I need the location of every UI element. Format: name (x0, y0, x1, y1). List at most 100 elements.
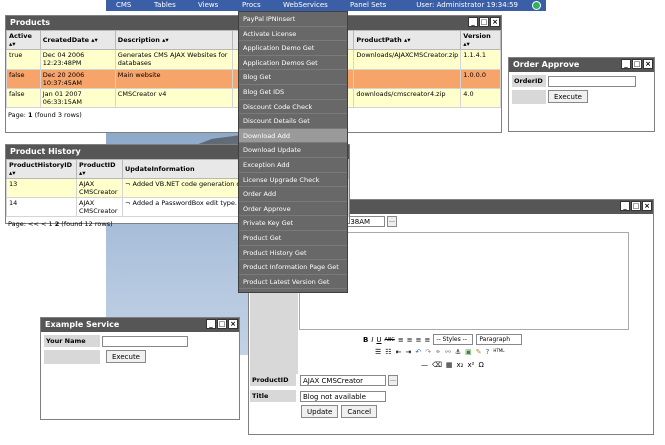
visual-aid-icon[interactable]: ▦ (446, 361, 453, 369)
menu-item[interactable]: License Upgrade Check (239, 173, 347, 188)
menu-item[interactable]: Application Demo Get (239, 41, 347, 56)
column-header-description[interactable]: Description ▴▾ (114, 30, 234, 50)
strikethrough-icon[interactable]: ABC (385, 337, 395, 343)
html-source-icon[interactable]: HTML (493, 348, 504, 356)
maximize-button[interactable]: □ (479, 17, 489, 27)
productid-row: ProductID AJAX CMSCreator … (250, 374, 398, 386)
menu-item[interactable]: Discount Code Check (239, 100, 347, 115)
name-label: Your Name (44, 335, 100, 347)
column-header-version[interactable]: Version ▴▾ (460, 30, 501, 50)
minimize-button[interactable]: _ (620, 201, 630, 211)
format-select[interactable]: Paragraph (476, 334, 523, 345)
menu-tables[interactable]: Tables (154, 1, 176, 9)
maximize-button[interactable]: □ (217, 319, 227, 329)
italic-icon[interactable]: I (371, 336, 373, 344)
minimize-button[interactable]: _ (206, 319, 216, 329)
numbered-list-icon[interactable]: ☷ (385, 348, 391, 356)
title-row: Title Blog not available (250, 390, 386, 402)
menu-procs[interactable]: Procs (242, 1, 261, 9)
align-center-icon[interactable]: ≡ (407, 336, 413, 344)
productid-lookup-button[interactable]: … (388, 374, 398, 386)
example-service-title: Example Service (45, 320, 120, 329)
rich-text-area[interactable] (299, 232, 629, 330)
column-header-productid[interactable]: ProductID ▴▾ (76, 159, 123, 179)
menu-item[interactable]: Activate License (239, 27, 347, 42)
menu-item[interactable]: Product Get (239, 231, 347, 246)
align-left-icon[interactable]: ≡ (398, 336, 404, 344)
page-number[interactable]: 2 (55, 220, 60, 228)
update-button[interactable]: Update (301, 405, 339, 418)
column-header-productpath[interactable]: ProductPath ▴▾ (353, 30, 462, 50)
align-justify-icon[interactable]: ≡ (424, 336, 430, 344)
top-menu-bar: CMS Tables Views Procs WebServices Panel… (106, 0, 546, 11)
editor-toolbar-row-3: — ⌫ ▦ x₂ x² Ω (421, 361, 484, 369)
example-service-title-bar: Example Service _ □ × (41, 318, 239, 332)
anchor-icon[interactable]: ⚓ (455, 348, 461, 356)
cleanup-icon[interactable]: ✎ (476, 348, 482, 356)
column-header-producthistoryid[interactable]: ProductHistoryID ▴▾ (6, 159, 77, 179)
menu-item[interactable]: PayPal IPNInsert (239, 12, 347, 27)
menu-item[interactable]: Product History Get (239, 246, 347, 261)
minimize-button[interactable]: _ (468, 17, 478, 27)
undo-icon[interactable]: ↶ (415, 348, 421, 356)
date-input[interactable]: :38AM (345, 216, 385, 227)
cancel-button[interactable]: Cancel (341, 405, 378, 418)
bullet-list-icon[interactable]: ☰ (375, 348, 381, 356)
order-approve-title: Order Approve (513, 60, 580, 69)
menu-item[interactable]: Application Demos Get (239, 56, 347, 71)
date-picker-button[interactable]: … (387, 216, 397, 227)
menu-item[interactable]: Exception Add (239, 158, 347, 173)
menu-item[interactable]: Private Key Get (239, 216, 347, 231)
subscript-icon[interactable]: x₂ (457, 361, 464, 369)
styles-select[interactable]: -- Styles -- (433, 334, 474, 345)
help-icon[interactable]: ? (486, 348, 490, 356)
menu-item[interactable]: Product Latest Version Get (239, 275, 347, 290)
close-button[interactable]: × (643, 59, 653, 69)
procs-dropdown-menu: PayPal IPNInsert Activate License Applic… (238, 11, 348, 293)
align-right-icon[interactable]: ≡ (416, 336, 422, 344)
horizontal-rule-icon[interactable]: — (421, 361, 428, 369)
column-header-active[interactable]: Active ▴▾ (6, 30, 41, 50)
menu-panel-sets[interactable]: Panel Sets (350, 1, 386, 9)
maximize-button[interactable]: □ (632, 59, 642, 69)
close-button[interactable]: × (228, 319, 238, 329)
productid-input[interactable]: AJAX CMSCreator (300, 374, 386, 386)
menu-item[interactable]: Blog Get IDS (239, 85, 347, 100)
menu-item[interactable]: Order Approve (239, 202, 347, 217)
menu-views[interactable]: Views (198, 1, 218, 9)
indent-icon[interactable]: ⇥ (405, 348, 411, 356)
orderid-input[interactable] (548, 75, 636, 87)
remove-format-icon[interactable]: ⌫ (432, 361, 442, 369)
close-button[interactable]: × (642, 201, 652, 211)
menu-cms[interactable]: CMS (116, 1, 131, 9)
execute-button[interactable]: Execute (106, 350, 146, 363)
order-approve-window: Order Approve _ □ × OrderID Execute (508, 57, 655, 132)
menu-item-active[interactable]: Download Add (239, 128, 347, 144)
superscript-icon[interactable]: x² (467, 361, 474, 369)
title-input[interactable]: Blog not available (300, 390, 386, 402)
menu-item[interactable]: Discount Details Get (239, 114, 347, 129)
image-icon[interactable]: ▣ (465, 348, 472, 356)
outdent-icon[interactable]: ⇤ (396, 348, 402, 356)
unlink-icon[interactable]: ⚯ (445, 348, 451, 356)
order-approve-title-bar: Order Approve _ □ × (509, 58, 654, 72)
name-input[interactable] (102, 335, 188, 347)
underline-icon[interactable]: U (376, 336, 381, 344)
menu-item[interactable]: Order Add (239, 187, 347, 202)
bold-icon[interactable]: B (363, 336, 368, 344)
order-approve-label-spacer (512, 90, 546, 104)
minimize-button[interactable]: _ (621, 59, 631, 69)
special-char-icon[interactable]: Ω (478, 361, 483, 369)
menu-webservices[interactable]: WebServices (283, 1, 328, 9)
menu-item[interactable]: Blog Get (239, 70, 347, 85)
orderid-label: OrderID (512, 75, 546, 87)
menu-item[interactable]: Product Information Page Get (239, 260, 347, 275)
execute-button[interactable]: Execute (548, 90, 588, 103)
maximize-button[interactable]: □ (631, 201, 641, 211)
menu-item[interactable]: Download Update (239, 143, 347, 158)
column-header-createddate[interactable]: CreatedDate ▴▾ (39, 30, 116, 50)
redo-icon[interactable]: ↷ (425, 348, 431, 356)
close-button[interactable]: × (490, 17, 500, 27)
page-number[interactable]: 1 (28, 111, 33, 119)
link-icon[interactable]: ⚭ (435, 348, 441, 356)
